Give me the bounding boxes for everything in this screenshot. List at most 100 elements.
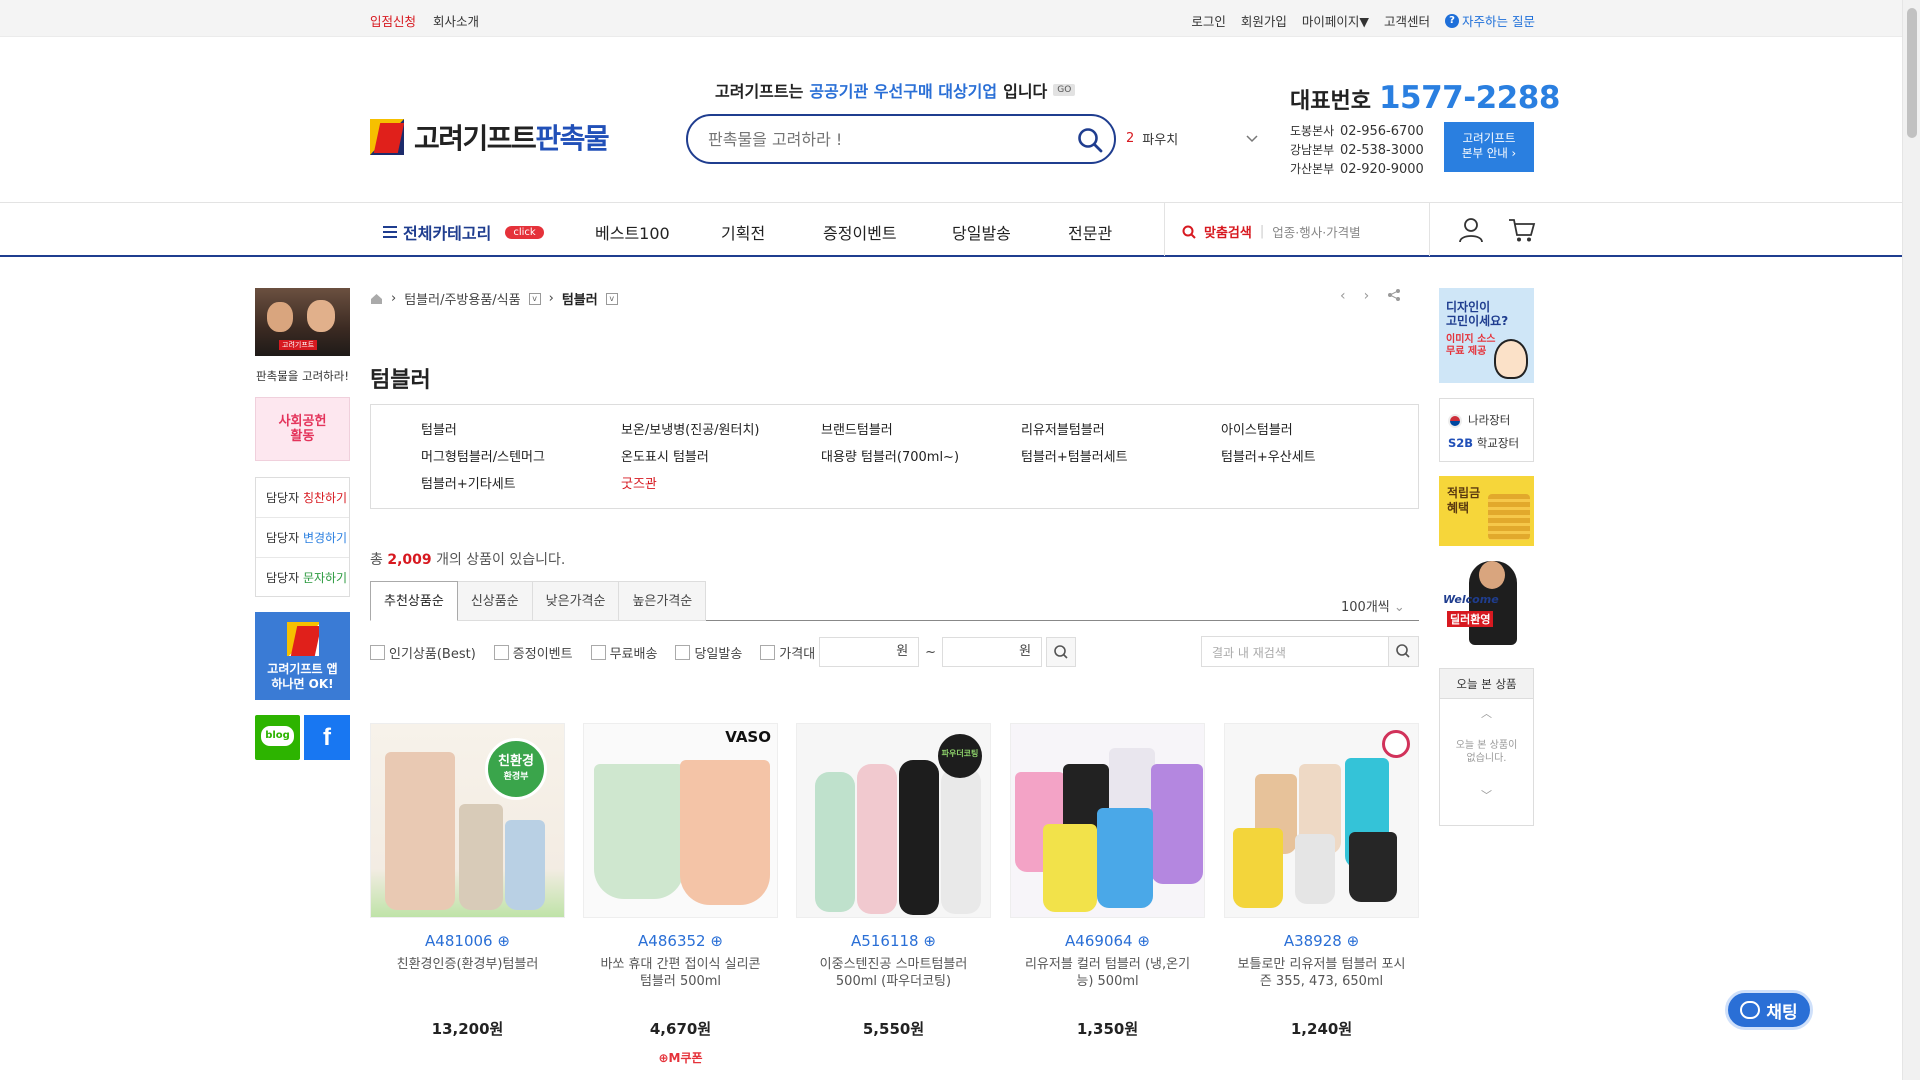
product-image[interactable]: VASO [583,723,778,918]
filter-free-shipping[interactable]: 무료배송 [590,643,657,662]
nav-same-day[interactable]: 당일발송 [952,220,1011,244]
design-help-banner[interactable]: 디자인이 고민이세요? 이미지 소스 무료 제공 [1439,288,1534,383]
price-max-input[interactable]: 원 [942,637,1043,667]
faq-link[interactable]: ? 자주하는 질문 [1445,11,1535,30]
app-banner[interactable]: 고려기프트 앱 하나면 OK! [255,612,350,700]
filter-gift-event[interactable]: 증정이벤트 [493,643,573,662]
sort-tab-recommended[interactable]: 추천상품순 [370,581,458,621]
prev-arrow-icon[interactable]: ‹ [1340,288,1346,304]
signup-link[interactable]: 회원가입 [1241,11,1287,30]
all-categories-button[interactable]: 전체카테고리 click [383,220,544,244]
product-name[interactable]: 리유저블 컬러 텀블러 (냉,온기능) 500ml [1010,956,1205,996]
nav-special[interactable]: 기획전 [721,220,765,244]
social-contribution-banner[interactable]: 사회공헌 활동 [255,397,350,461]
chat-button[interactable]: 채팅 [1725,990,1813,1030]
chevron-up-icon[interactable]: ︿ [1440,705,1533,721]
subcategory-link[interactable]: 텀블러+텀블러세트 [1021,446,1221,465]
custom-search[interactable]: 맞춤검색 | 업종·행사·가격별 [1182,222,1361,241]
subcategory-link[interactable]: 대용량 텀블러(700ml~) [821,446,1021,465]
login-link[interactable]: 로그인 [1191,11,1226,30]
mypage-menu[interactable]: 마이페이지▼ [1302,11,1369,30]
branch-info-button[interactable]: 고려기프트 본부 안내 › [1444,122,1534,172]
zoom-icon[interactable]: ⊕ [1137,932,1150,950]
price-search-button[interactable] [1046,637,1077,667]
customer-center-link[interactable]: 고객센터 [1384,11,1430,30]
subcategory-link[interactable]: 온도표시 텀블러 [621,446,821,465]
product-card[interactable]: 친환경 환경부 A481006 ⊕ 친환경인증(환경부)텀블러 13,200원 [370,723,565,1039]
chevron-down-icon[interactable]: v [528,292,541,305]
site-logo[interactable]: 고려기프트판촉물 [370,118,620,156]
filter-best[interactable]: 인기상품(Best) [370,643,476,662]
share-icon[interactable] [1387,288,1401,302]
breadcrumb-level1[interactable]: 텀블러/주방용품/식품 [404,289,520,308]
cart-icon[interactable] [1508,217,1536,243]
user-icon[interactable] [1458,217,1484,243]
product-card[interactable]: A38928 ⊕ 보틀로만 리유저블 텀블러 포시즌 355, 473, 650… [1224,723,1419,1039]
subcategory-link[interactable]: 아이스텀블러 [1221,419,1421,438]
checkbox[interactable] [590,644,606,660]
subcategory-link[interactable]: 브랜드텀블러 [821,419,1021,438]
product-name[interactable]: 이중스텐진공 스마트텀블러 500ml (파우더코팅) [796,956,991,996]
next-arrow-icon[interactable]: › [1364,288,1370,304]
subcategory-link[interactable]: 보온/보냉병(진공/원터치) [621,419,821,438]
public-procurement-banner[interactable]: 나라장터 S2B 학교장터 [1439,398,1534,462]
subcategory-link[interactable]: 텀블러+우산세트 [1221,446,1421,465]
product-image[interactable]: 파우더코팅 [796,723,991,918]
checkbox[interactable] [760,644,776,660]
home-icon[interactable] [370,293,383,305]
result-search-button[interactable] [1388,637,1418,666]
product-card[interactable]: VASO A486352 ⊕ 바쏘 휴대 간편 접이식 실리콘 텀블러 500m… [583,723,778,1066]
nav-gift-event[interactable]: 증정이벤트 [823,220,897,244]
zoom-icon[interactable]: ⊕ [923,932,936,950]
sort-tab-newest[interactable]: 신상품순 [457,581,533,621]
manager-praise-link[interactable]: 담당자 칭찬하기 [256,478,349,518]
company-intro-link[interactable]: 회사소개 [433,14,479,29]
scrollbar-thumb[interactable] [1907,8,1917,138]
subcategory-link-goods[interactable]: 굿즈관 [621,473,821,492]
subcategory-link[interactable]: 텀블러 [421,419,621,438]
promo-video-thumbnail[interactable]: 고려기프트 [255,288,350,356]
checkbox[interactable] [675,644,691,660]
points-benefit-banner[interactable]: 적립금 혜택 [1439,476,1534,546]
checkbox[interactable] [493,644,509,660]
subcategory-link[interactable]: 리유저블텀블러 [1021,419,1221,438]
chevron-down-icon[interactable]: ﹀ [1440,787,1533,803]
product-name[interactable]: 보틀로만 리유저블 텀블러 포시즌 355, 473, 650ml [1224,956,1419,996]
blog-button[interactable]: blog [255,715,300,760]
sort-tab-high-price[interactable]: 높은가격순 [619,581,707,621]
chevron-down-icon[interactable]: v [605,292,618,305]
checkbox[interactable] [370,644,385,660]
breadcrumb-level2[interactable]: 텀블러 [562,289,598,308]
search-input[interactable] [708,128,1068,150]
product-image[interactable] [1224,723,1419,918]
product-name[interactable]: 바쏘 휴대 간편 접이식 실리콘 텀블러 500ml [583,956,778,996]
subcategory-link[interactable]: 머그형텀블러/스텐머그 [421,446,621,465]
per-page-select[interactable]: 100개씩 ⌄ [1341,596,1405,615]
manager-sms-link[interactable]: 담당자 문자하기 [256,558,349,598]
product-card[interactable]: A469064 ⊕ 리유저블 컬러 텀블러 (냉,온기능) 500ml 1,35… [1010,723,1205,1039]
sort-tab-low-price[interactable]: 낮은가격순 [532,581,620,621]
search-icon[interactable] [1076,126,1104,154]
filter-same-day[interactable]: 당일발송 [675,643,742,662]
product-card[interactable]: 파우더코팅 A516118 ⊕ 이중스텐진공 스마트텀블러 500ml (파우더… [796,723,991,1039]
dealer-welcome-banner[interactable]: Welcome 딜러환영 [1439,559,1534,647]
filter-price-range[interactable]: 가격대 [760,643,815,662]
manager-change-link[interactable]: 담당자 변경하기 [256,518,349,558]
hot-keyword[interactable]: 파우치 [1142,129,1178,148]
price-min-input[interactable]: 원 [819,637,920,667]
product-name[interactable]: 친환경인증(환경부)텀블러 [370,956,565,996]
product-image[interactable]: 친환경 환경부 [370,723,565,918]
zoom-icon[interactable]: ⊕ [497,932,510,950]
facebook-button[interactable]: f [304,715,350,760]
vendor-apply-link[interactable]: 입점신청 [370,14,416,29]
zoom-icon[interactable]: ⊕ [1347,932,1360,950]
nav-specialty[interactable]: 전문관 [1068,220,1112,244]
result-search-box[interactable]: 결과 내 재검색 [1201,636,1419,667]
subcategory-link[interactable]: 텀블러+기타세트 [421,473,621,492]
chevron-down-icon[interactable] [1246,134,1258,143]
hot-keyword-ticker[interactable]: 2 파우치 [1126,129,1258,148]
nav-best100[interactable]: 베스트100 [595,220,670,244]
page-scrollbar[interactable] [1902,0,1920,1080]
slogan-go-button[interactable]: GO [1053,84,1076,96]
product-image[interactable] [1010,723,1205,918]
